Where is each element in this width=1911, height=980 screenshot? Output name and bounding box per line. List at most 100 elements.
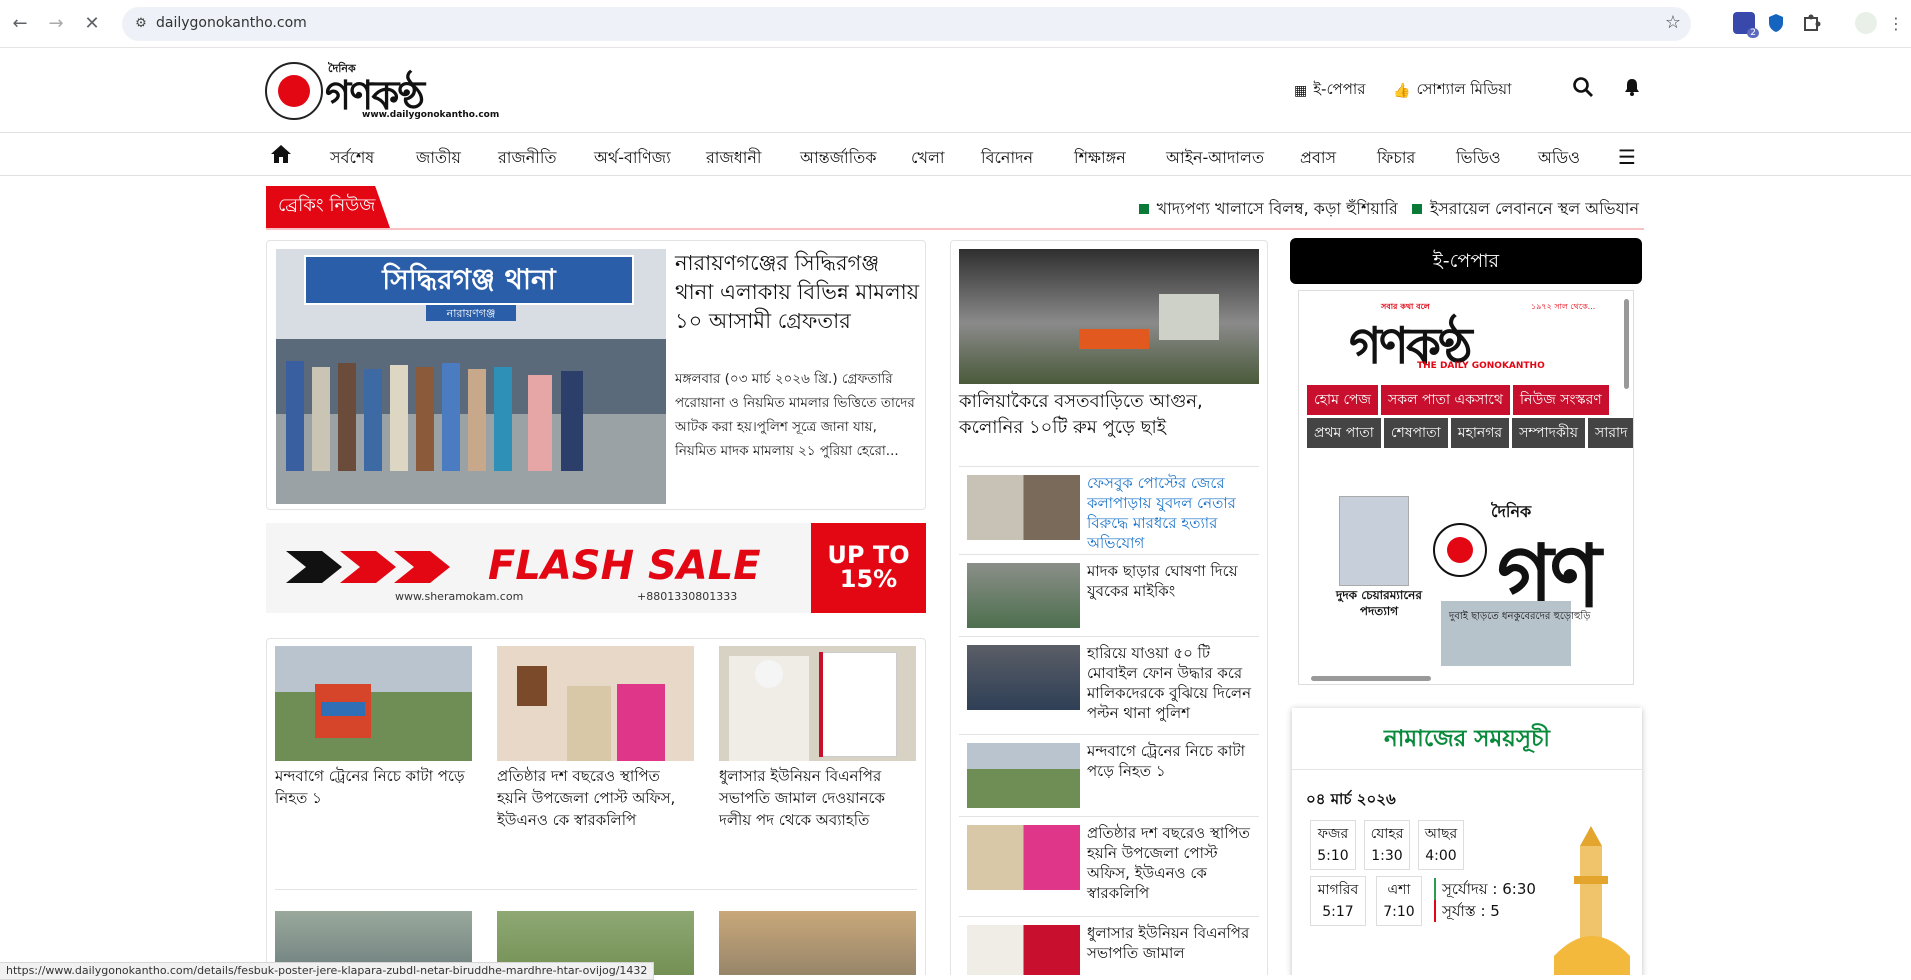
home-icon[interactable] xyxy=(270,143,292,165)
search-icon[interactable] xyxy=(1572,76,1594,98)
puzzle-extensions-icon[interactable] xyxy=(1801,12,1823,34)
breaking-underline xyxy=(266,228,1644,230)
epaper-preview[interactable]: সবার কথা বলে ১৯৭২ সাল থেকে... গণকণ্ঠ THE… xyxy=(1298,290,1634,685)
breaking-news-label: ব্রেকিং নিউজ xyxy=(266,186,404,228)
profile-avatar[interactable] xyxy=(1855,12,1877,34)
stop-loading-icon[interactable]: ✕ xyxy=(80,12,104,36)
grid-card-image[interactable] xyxy=(719,911,916,975)
shield-extension-icon[interactable] xyxy=(1765,12,1787,34)
middle-news-image[interactable] xyxy=(967,743,1080,808)
bookmark-star-icon[interactable]: ☆ xyxy=(1665,12,1681,33)
nav-item[interactable]: বিনোদন xyxy=(981,145,1033,172)
nav-item[interactable]: আইন-আদালত xyxy=(1166,145,1264,172)
ticker-item[interactable]: ইসরায়েল লেবাননে স্থল অভিযান xyxy=(1411,196,1639,223)
lead-story[interactable]: সিদ্ধিরগঞ্জ থানা নারায়ণগঞ্জ নারায়ণগঞ্জ… xyxy=(266,240,926,510)
extension-icon[interactable]: 2 xyxy=(1733,12,1759,38)
middle-news-image[interactable] xyxy=(967,645,1080,710)
middle-news-item[interactable]: মাদক ছাড়ার ঘোষণা দিয়ে যুবকের মাইকিং xyxy=(959,554,1259,636)
prayer-name: মাগরিব xyxy=(1317,882,1359,898)
grid-card-title[interactable]: ধুলাসার ইউনিয়ন বিএনপির সভাপতি জামাল দেও… xyxy=(719,765,916,831)
middle-news-title[interactable]: হারিয়ে যাওয়া ৫০ টি মোবাইল ফোন উদ্ধার ক… xyxy=(1087,643,1257,723)
fire-news-title[interactable]: কালিয়াকৈরে বসতবাড়িতে আগুন, কলোনির ১০টি… xyxy=(959,389,1259,441)
epaper-portrait xyxy=(1339,496,1409,586)
middle-news-image[interactable] xyxy=(967,925,1080,975)
epaper-menu-item[interactable]: হোম পেজ xyxy=(1307,385,1379,415)
site-info-icon[interactable]: ⚙ xyxy=(132,15,150,33)
nav-item[interactable]: শিক্ষাঙ্গন xyxy=(1074,145,1126,172)
ad-offer: UP TO 15% xyxy=(811,523,926,613)
prayer-time: 7:10 xyxy=(1383,904,1415,920)
middle-news-image[interactable] xyxy=(967,563,1080,628)
middle-news-image[interactable] xyxy=(967,825,1080,890)
grid-card-title[interactable]: প্রতিষ্ঠার দশ বছরেও স্থাপিত হয়নি উপজেলা… xyxy=(497,765,694,831)
grid-card[interactable]: প্রতিষ্ঠার দশ বছরেও স্থাপিত হয়নি উপজেলা… xyxy=(497,646,694,831)
grid-card-title[interactable]: মন্দবাগে ট্রেনের নিচে কাটা পড়ে নিহত ১ xyxy=(275,765,472,809)
lead-story-title[interactable]: নারায়ণগঞ্জের সিদ্ধিরগঞ্জ থানা এলাকায় ব… xyxy=(675,249,920,336)
epaper-headline: দুদক চেয়ারম্যানের পদত্যাগ xyxy=(1336,588,1422,618)
nav-item[interactable]: ফিচার xyxy=(1377,145,1415,172)
forward-icon[interactable]: → xyxy=(44,12,68,36)
middle-news-title[interactable]: ফেসবুক পোস্টের জেরে কলাপাড়ায় যুবদল নেত… xyxy=(1087,473,1257,553)
address-bar[interactable]: ⚙ dailygonokantho.com ☆ xyxy=(122,7,1691,41)
nav-item[interactable]: জাতীয় xyxy=(416,145,461,172)
nav-item[interactable]: রাজনীতি xyxy=(498,145,556,172)
epaper-menu-item[interactable]: সকল পাতা একসাথে xyxy=(1381,385,1510,415)
prayer-time-box: এশা 7:10 xyxy=(1376,876,1422,926)
lead-story-image[interactable]: সিদ্ধিরগঞ্জ থানা নারায়ণগঞ্জ xyxy=(276,249,666,504)
prayer-time-box: ফজর 5:10 xyxy=(1310,820,1356,870)
prayer-name: যোহর xyxy=(1370,826,1404,842)
prayer-time-box: যোহর 1:30 xyxy=(1364,820,1410,870)
back-icon[interactable]: ← xyxy=(8,12,32,36)
middle-news-item[interactable]: প্রতিষ্ঠার দশ বছরেও স্থাপিত হয়নি উপজেলা… xyxy=(959,816,1259,916)
fire-news-image[interactable] xyxy=(959,249,1259,384)
middle-news-item[interactable]: ফেসবুক পোস্টের জেরে কলাপাড়ায় যুবদল নেত… xyxy=(959,466,1259,554)
epaper-dubai-headline: দুবাই ছাড়তে ধনকুবেরদের হুড়োহুড়ি xyxy=(1449,611,1591,622)
nav-item[interactable]: অডিও xyxy=(1538,145,1580,172)
epaper-page-item[interactable]: মহানগর xyxy=(1450,418,1510,448)
epaper-seal xyxy=(1433,523,1487,577)
nav-item[interactable]: রাজধানী xyxy=(706,145,762,172)
nav-item[interactable]: প্রবাস xyxy=(1300,145,1336,172)
nav-item[interactable]: আন্তর্জাতিক xyxy=(800,145,876,172)
address-url[interactable]: dailygonokantho.com xyxy=(156,15,307,31)
middle-news-item[interactable]: মন্দবাগে ট্রেনের নিচে কাটা পড়ে নিহত ১ xyxy=(959,734,1259,816)
grid-card[interactable]: ধুলাসার ইউনিয়ন বিএনপির সভাপতি জামাল দেও… xyxy=(719,646,916,831)
grid-card-image[interactable] xyxy=(719,646,916,761)
middle-news-title[interactable]: প্রতিষ্ঠার দশ বছরেও স্থাপিত হয়নি উপজেলা… xyxy=(1087,823,1257,903)
epaper-menu-item[interactable]: নিউজ সংস্করণ xyxy=(1512,385,1609,415)
epaper-since: ১৯৭২ সাল থেকে... xyxy=(1531,302,1596,311)
breaking-ticker: খাদ্যপণ্য খালাসে বিলম্ব, কড়া হুঁশিয়ারি… xyxy=(1138,196,1639,223)
epaper-page-item[interactable]: সম্পাদকীয় xyxy=(1512,418,1586,448)
epaper-heading[interactable]: ই-পেপার xyxy=(1290,238,1642,284)
nav-item[interactable]: খেলা xyxy=(911,145,945,172)
middle-news-item[interactable]: ধুলাসার ইউনিয়ন বিএনপির সভাপতি জামাল xyxy=(959,916,1259,975)
epaper-top-link[interactable]: ▦ ই-পেপার xyxy=(1294,78,1366,103)
prayer-times-heading: নামাজের সময়সূচী xyxy=(1292,708,1642,770)
grid-card-image[interactable] xyxy=(275,646,472,761)
site-logo[interactable]: দৈনিক গণকণ্ঠ www.dailygonokantho.com xyxy=(265,60,515,122)
bell-icon[interactable] xyxy=(1621,76,1643,98)
nav-item[interactable]: ভিডিও xyxy=(1456,145,1501,172)
grid-card[interactable] xyxy=(719,911,916,975)
epaper-page-item[interactable]: শেষপাতা xyxy=(1383,418,1448,448)
middle-news-title[interactable]: মন্দবাগে ট্রেনের নিচে কাটা পড়ে নিহত ১ xyxy=(1087,741,1257,781)
middle-news-title[interactable]: ধুলাসার ইউনিয়ন বিএনপির সভাপতি জামাল xyxy=(1087,923,1257,963)
epaper-page-item[interactable]: প্রথম পাতা xyxy=(1307,418,1381,448)
middle-news-item[interactable]: হারিয়ে যাওয়া ৫০ টি মোবাইল ফোন উদ্ধার ক… xyxy=(959,636,1259,734)
prayer-time: 1:30 xyxy=(1371,848,1403,864)
grid-card-image[interactable] xyxy=(497,646,694,761)
hamburger-menu-icon[interactable]: ☰ xyxy=(1618,145,1636,169)
middle-news-title[interactable]: মাদক ছাড়ার ঘোষণা দিয়ে যুবকের মাইকিং xyxy=(1087,561,1257,601)
breaking-news-text: ব্রেকিং নিউজ xyxy=(266,186,390,228)
menu-dots-icon[interactable]: ⋮ xyxy=(1884,12,1908,36)
flash-sale-ad[interactable]: FLASH SALE www.sheramokam.com +880133080… xyxy=(266,523,926,613)
epaper-horizontal-scrollbar[interactable] xyxy=(1303,674,1625,682)
social-media-link[interactable]: 👍 সোশ্যাল মিডিয়া xyxy=(1393,78,1511,103)
ticker-item[interactable]: খাদ্যপণ্য খালাসে বিলম্ব, কড়া হুঁশিয়ারি xyxy=(1138,196,1398,223)
grid-card[interactable]: মন্দবাগে ট্রেনের নিচে কাটা পড়ে নিহত ১ xyxy=(275,646,472,809)
middle-news-image[interactable] xyxy=(967,475,1080,540)
thumbs-up-icon: 👍 xyxy=(1393,82,1411,99)
nav-item[interactable]: সর্বশেষ xyxy=(330,145,374,172)
nav-item[interactable]: অর্থ-বাণিজ্য xyxy=(594,145,671,172)
epaper-vertical-scrollbar[interactable] xyxy=(1623,295,1631,675)
